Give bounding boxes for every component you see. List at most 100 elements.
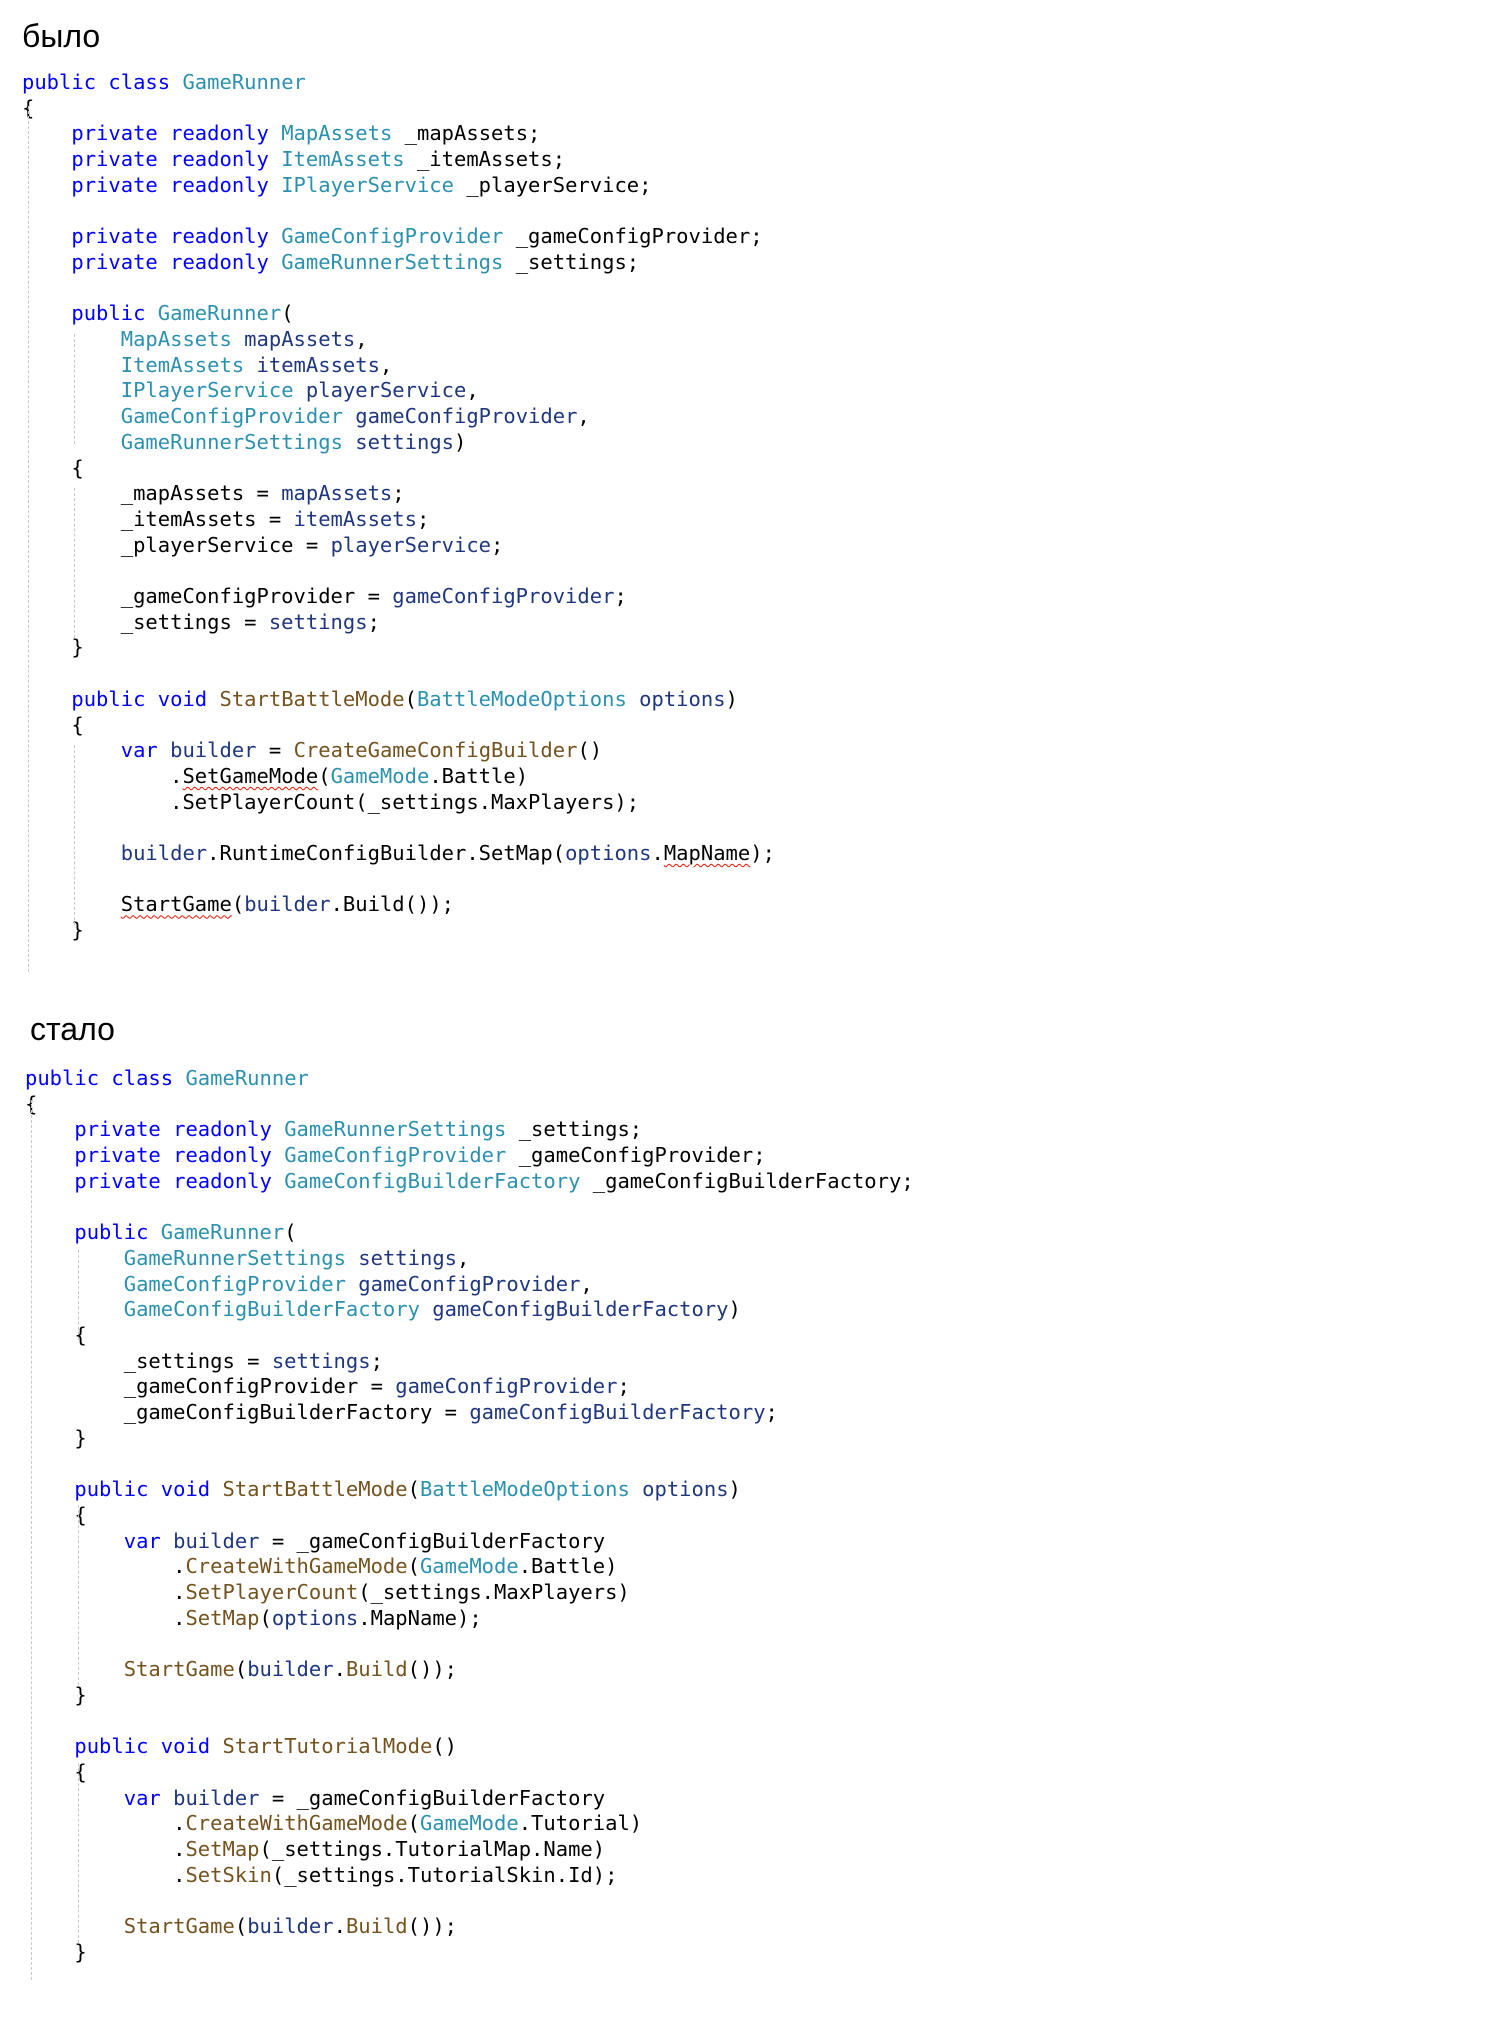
code-token: .: [25, 1554, 186, 1579]
code-token: GameConfigProvider: [284, 1143, 507, 1168]
code-token: SetGameMode: [182, 763, 319, 788]
code-line: IPlayerService playerService,: [22, 380, 479, 401]
code-token: (: [234, 1914, 248, 1939]
code-token: (: [284, 1220, 297, 1245]
indent-guide: [74, 334, 75, 444]
code-token: IPlayerService: [120, 378, 294, 403]
code-token: StartGame: [123, 1657, 235, 1682]
code-line: ItemAssets itemAssets,: [22, 354, 393, 376]
code-token: (: [318, 763, 331, 788]
code-token: _settings;: [503, 249, 640, 274]
code-line: _settings = settings;: [22, 609, 380, 634]
code-token: ,: [580, 1271, 593, 1296]
code-token: GameRunnerSettings: [123, 1245, 346, 1270]
code-token: (: [407, 1554, 420, 1579]
code-token: SetPlayerCount: [185, 1580, 359, 1604]
code-token: settings: [342, 429, 455, 454]
code-line: }: [25, 1682, 87, 1707]
code-token: (: [407, 1477, 420, 1502]
code-line: private readonly GameRunnerSettings _set…: [22, 252, 639, 273]
code-token: (: [231, 892, 245, 917]
code-line: .SetPlayerCount(_settings.MaxPlayers): [25, 1582, 630, 1603]
code-token: =: [256, 738, 294, 763]
code-token: .: [651, 841, 664, 865]
code-token: ): [728, 1297, 741, 1322]
code-token: .: [333, 1657, 346, 1682]
code-token: var: [123, 1528, 174, 1553]
code-token: .Battle): [518, 1554, 618, 1579]
code-line: _gameConfigBuilderFactory = gameConfigBu…: [25, 1402, 778, 1423]
code-token: mapAssets: [231, 327, 356, 351]
code-token: GameRunner: [160, 1220, 285, 1245]
code-token: }: [25, 1682, 87, 1707]
code-line: private readonly GameConfigProvider _gam…: [25, 1143, 765, 1168]
code-token: ,: [577, 404, 590, 429]
code-line: public void StartBattleMode(BattleModeOp…: [25, 1479, 741, 1500]
code-line: public GameRunner(: [25, 1220, 297, 1245]
code-line: {: [22, 457, 83, 479]
code-token: private readonly: [74, 1168, 285, 1193]
code-token: private readonly: [71, 172, 282, 197]
code-token: GameRunnerSettings: [120, 429, 343, 454]
code-token: gameConfigProvider: [345, 1271, 581, 1296]
code-token: ItemAssets: [281, 147, 405, 172]
code-token: .SetPlayerCount(_settings.MaxPlayers);: [22, 789, 640, 814]
code-line: StartGame(builder.Build());: [25, 1916, 457, 1937]
code-token: GameMode: [419, 1811, 519, 1836]
code-token: playerService: [293, 378, 467, 403]
code-token: private readonly: [74, 1117, 285, 1142]
code-token: (: [259, 1605, 272, 1630]
code-token: ,: [457, 1245, 470, 1270]
code-line: .CreateWithGameMode(GameMode.Battle): [25, 1556, 617, 1577]
code-token: GameConfigBuilderFactory: [123, 1297, 420, 1322]
code-token: .Battle): [429, 763, 529, 788]
code-token: (: [404, 686, 417, 711]
code-token: ): [725, 686, 738, 711]
code-token: );: [750, 841, 775, 865]
code-token: .: [25, 1580, 186, 1604]
code-token: .: [25, 1837, 186, 1861]
code-token: private readonly: [71, 224, 282, 249]
code-token: MapName: [663, 841, 751, 865]
code-token: GameMode: [330, 763, 430, 788]
code-token: GameMode: [419, 1554, 519, 1579]
code-line: public class GameRunner: [25, 1068, 309, 1089]
code-line: .SetGameMode(GameMode.Battle): [22, 766, 528, 787]
code-token: GameRunner: [185, 1066, 309, 1090]
code-line: _gameConfigProvider = gameConfigProvider…: [22, 586, 627, 607]
code-line: .SetMap(options.MapName);: [25, 1605, 482, 1630]
code-token: ());: [407, 1914, 458, 1939]
code-token: SetMap: [185, 1605, 260, 1630]
code-token: builder: [173, 1528, 260, 1553]
code-token: ,: [466, 378, 479, 403]
indent-guide: [31, 1100, 32, 1980]
code-token: playerService: [330, 532, 492, 557]
code-line: .SetMap(_settings.TutorialMap.Name): [25, 1839, 605, 1860]
code-token: builder: [170, 738, 257, 763]
code-token: settings: [268, 609, 368, 634]
code-line: public GameRunner(: [22, 303, 293, 324]
code-line: private readonly GameRunnerSettings _set…: [25, 1119, 642, 1140]
code-line: GameRunnerSettings settings): [22, 429, 467, 454]
code-token: ;: [614, 584, 627, 608]
code-token: _gameConfigProvider =: [25, 1374, 396, 1399]
code-token: .Build());: [330, 892, 455, 917]
code-line: }: [25, 1428, 86, 1449]
code-token: public class: [25, 1066, 186, 1090]
